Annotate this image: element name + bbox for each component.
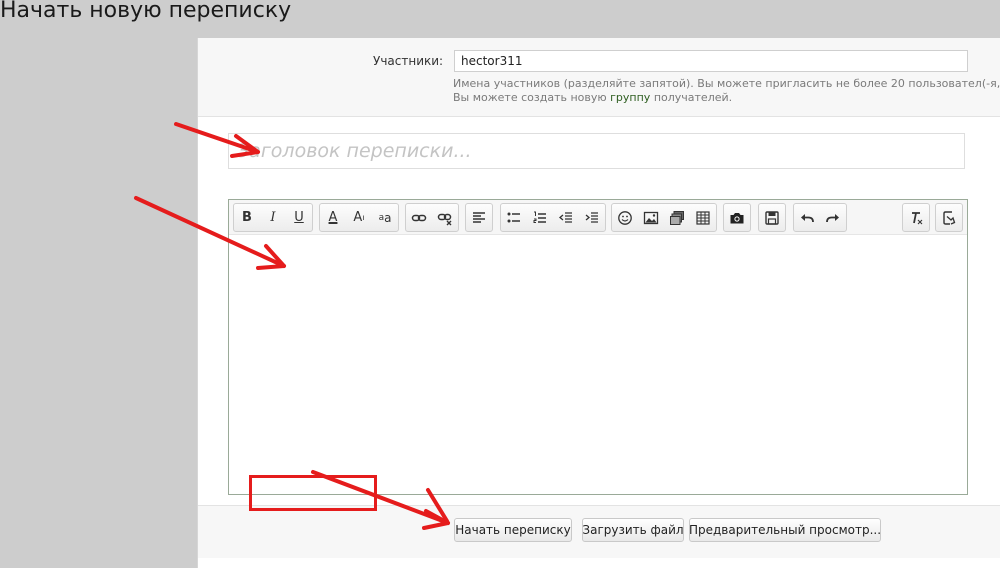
page-title: Начать новую переписку xyxy=(0,0,292,23)
toolbar-group-lists xyxy=(500,203,606,232)
toolbar-group-save xyxy=(758,203,786,232)
font-size-letter: A xyxy=(353,210,363,225)
toggle-bbcode-icon[interactable] xyxy=(936,204,962,231)
message-textarea[interactable] xyxy=(229,235,967,494)
table-icon[interactable] xyxy=(690,204,716,231)
numbered-list-icon[interactable] xyxy=(527,204,553,231)
toolbar-group-align xyxy=(465,203,493,232)
save-draft-icon[interactable] xyxy=(759,204,785,231)
hint-line-2: Вы можете создать новую группу получател… xyxy=(453,91,1000,105)
conversation-form: Участники: hector311 Имена участников (р… xyxy=(197,38,1000,568)
font-size-sup: ı xyxy=(362,213,365,222)
media-icon[interactable] xyxy=(664,204,690,231)
camera-icon[interactable] xyxy=(724,204,750,231)
toolbar-group-format xyxy=(902,203,930,232)
hint-line-1: Имена участников (разделяйте запятой). В… xyxy=(453,77,1000,90)
font-size-icon[interactable]: Aı xyxy=(346,204,372,231)
participants-section: Участники: hector311 Имена участников (р… xyxy=(198,38,1000,117)
outdent-icon[interactable] xyxy=(553,204,579,231)
italic-icon[interactable]: I xyxy=(260,204,286,231)
preview-button[interactable]: Предварительный просмотр... xyxy=(689,518,881,542)
editor-toolbar: B I U A Aı aa xyxy=(229,200,967,235)
toolbar-group-text-style: B I U xyxy=(233,203,313,232)
conversation-title-input[interactable]: Заголовок переписки... xyxy=(228,133,965,169)
form-actions: Начать переписку Загрузить файл Предвари… xyxy=(198,505,1000,558)
font-family-icon[interactable]: aa xyxy=(372,204,398,231)
create-group-link[interactable]: группу xyxy=(610,91,650,104)
toolbar-group-links xyxy=(405,203,459,232)
font-color-icon[interactable]: A xyxy=(320,204,346,231)
undo-icon[interactable] xyxy=(794,204,820,231)
message-editor: B I U A Aı aa xyxy=(228,199,968,495)
bold-icon[interactable]: B xyxy=(234,204,260,231)
toolbar-group-history xyxy=(793,203,847,232)
image-icon[interactable] xyxy=(638,204,664,231)
smiley-icon[interactable] xyxy=(612,204,638,231)
participants-input[interactable]: hector311 xyxy=(454,50,968,72)
hint-line-2-after: получателей. xyxy=(653,91,733,104)
unlink-icon[interactable] xyxy=(432,204,458,231)
remove-format-icon[interactable] xyxy=(903,204,929,231)
upload-file-button[interactable]: Загрузить файл xyxy=(582,518,684,542)
toolbar-group-camera xyxy=(723,203,751,232)
start-conversation-button[interactable]: Начать переписку xyxy=(454,518,572,542)
indent-icon[interactable] xyxy=(579,204,605,231)
font-family-large: a xyxy=(384,210,392,225)
link-icon[interactable] xyxy=(406,204,432,231)
bullet-list-icon[interactable] xyxy=(501,204,527,231)
toolbar-group-source xyxy=(935,203,963,232)
toolbar-group-insert xyxy=(611,203,717,232)
participants-label: Участники: xyxy=(373,54,444,68)
redo-icon[interactable] xyxy=(820,204,846,231)
participants-hint: Имена участников (разделяйте запятой). В… xyxy=(453,77,1000,105)
toolbar-group-font: A Aı aa xyxy=(319,203,399,232)
hint-line-2-before: Вы можете создать новую xyxy=(453,91,607,104)
align-left-icon[interactable] xyxy=(466,204,492,231)
underline-icon[interactable]: U xyxy=(286,204,312,231)
